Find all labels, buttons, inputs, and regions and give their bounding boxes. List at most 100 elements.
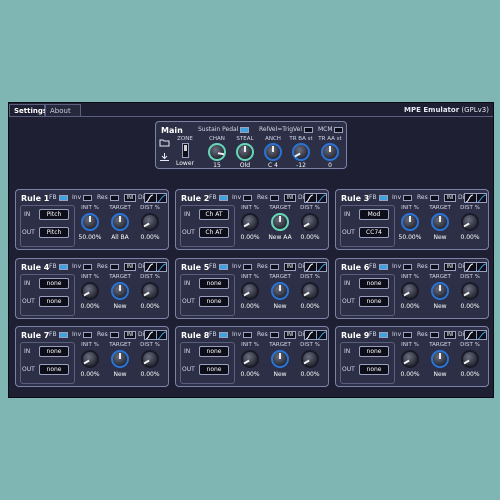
- in-source-field[interactable]: none: [199, 346, 229, 357]
- target-knob[interactable]: [111, 282, 129, 300]
- inv-checkbox[interactable]: [83, 194, 93, 201]
- inv-checkbox[interactable]: [243, 194, 253, 201]
- in-source-field[interactable]: none: [359, 278, 389, 289]
- init-knob[interactable]: [241, 282, 259, 300]
- inv-checkbox[interactable]: [243, 263, 253, 270]
- dist-knob[interactable]: [301, 350, 319, 368]
- ini-button[interactable]: INI: [284, 263, 296, 271]
- dist-knob[interactable]: [301, 213, 319, 231]
- out-dest-field[interactable]: Pitch: [39, 227, 69, 238]
- inv-toggle[interactable]: Inv: [392, 331, 413, 338]
- init-knob[interactable]: [401, 350, 419, 368]
- dist-knob[interactable]: [301, 282, 319, 300]
- in-source-field[interactable]: none: [39, 278, 69, 289]
- res-checkbox[interactable]: [109, 331, 119, 338]
- dist-curve-alt-icon[interactable]: [316, 330, 327, 340]
- inv-toggle[interactable]: Inv: [232, 194, 253, 201]
- download-icon[interactable]: [159, 152, 170, 162]
- target-knob[interactable]: [431, 350, 449, 368]
- relvel-toggle[interactable]: RelVel=TrigVel: [259, 126, 313, 133]
- res-checkbox[interactable]: [109, 263, 119, 270]
- out-dest-field[interactable]: Ch AT: [199, 227, 229, 238]
- dist-curve-alt-icon[interactable]: [316, 193, 327, 203]
- fb-checkbox[interactable]: [378, 194, 388, 201]
- chan-knob[interactable]: [208, 143, 226, 161]
- inv-checkbox[interactable]: [403, 263, 413, 270]
- dist-curve-alt-icon[interactable]: [156, 262, 167, 272]
- dist-curve-alt-icon[interactable]: [476, 262, 487, 272]
- ini-button[interactable]: INI: [444, 331, 456, 339]
- res-toggle[interactable]: Res: [257, 331, 279, 338]
- res-toggle[interactable]: Res: [97, 194, 119, 201]
- dist-curve-alt-icon[interactable]: [316, 262, 327, 272]
- ini-button[interactable]: INI: [124, 331, 136, 339]
- res-toggle[interactable]: Res: [97, 263, 119, 270]
- out-dest-field[interactable]: none: [199, 364, 229, 375]
- inv-toggle[interactable]: Inv: [72, 263, 93, 270]
- inv-checkbox[interactable]: [243, 331, 253, 338]
- inv-checkbox[interactable]: [83, 263, 93, 270]
- res-checkbox[interactable]: [269, 331, 279, 338]
- res-toggle[interactable]: Res: [417, 194, 439, 201]
- inv-toggle[interactable]: Inv: [232, 331, 253, 338]
- target-knob[interactable]: [111, 213, 129, 231]
- inv-toggle[interactable]: Inv: [232, 263, 253, 270]
- dist-knob[interactable]: [141, 213, 159, 231]
- inv-toggle[interactable]: Inv: [392, 194, 413, 201]
- relvel-checkbox[interactable]: [303, 126, 313, 133]
- inv-checkbox[interactable]: [403, 331, 413, 338]
- dist-curve-alt-icon[interactable]: [156, 330, 167, 340]
- fb-toggle[interactable]: FB: [209, 194, 228, 201]
- res-toggle[interactable]: Res: [417, 331, 439, 338]
- target-knob[interactable]: [431, 213, 449, 231]
- fb-toggle[interactable]: FB: [209, 263, 228, 270]
- fb-toggle[interactable]: FB: [49, 194, 68, 201]
- out-dest-field[interactable]: none: [39, 364, 69, 375]
- init-knob[interactable]: [241, 350, 259, 368]
- target-knob[interactable]: [271, 350, 289, 368]
- res-checkbox[interactable]: [429, 331, 439, 338]
- dist-curve-alt-icon[interactable]: [156, 193, 167, 203]
- fb-toggle[interactable]: FB: [369, 263, 388, 270]
- dist-curve-alt-icon[interactable]: [476, 330, 487, 340]
- res-toggle[interactable]: Res: [257, 263, 279, 270]
- tr-aa-knob[interactable]: [321, 143, 339, 161]
- fb-toggle[interactable]: FB: [209, 331, 228, 338]
- tab-about[interactable]: About: [45, 104, 81, 116]
- res-toggle[interactable]: Res: [257, 194, 279, 201]
- target-knob[interactable]: [271, 282, 289, 300]
- ini-button[interactable]: INI: [124, 263, 136, 271]
- ini-button[interactable]: INI: [444, 263, 456, 271]
- in-source-field[interactable]: none: [359, 346, 389, 357]
- out-dest-field[interactable]: none: [39, 296, 69, 307]
- inv-toggle[interactable]: Inv: [72, 194, 93, 201]
- fb-toggle[interactable]: FB: [369, 194, 388, 201]
- fb-checkbox[interactable]: [58, 331, 68, 338]
- inv-checkbox[interactable]: [403, 194, 413, 201]
- res-toggle[interactable]: Res: [417, 263, 439, 270]
- dist-knob[interactable]: [141, 282, 159, 300]
- res-checkbox[interactable]: [269, 194, 279, 201]
- fb-toggle[interactable]: FB: [49, 263, 68, 270]
- fb-checkbox[interactable]: [378, 263, 388, 270]
- sustain-pedal-checkbox[interactable]: [240, 126, 250, 133]
- res-checkbox[interactable]: [429, 194, 439, 201]
- res-toggle[interactable]: Res: [97, 331, 119, 338]
- fb-checkbox[interactable]: [218, 263, 228, 270]
- fb-checkbox[interactable]: [218, 194, 228, 201]
- init-knob[interactable]: [81, 282, 99, 300]
- init-knob[interactable]: [401, 213, 419, 231]
- fb-toggle[interactable]: FB: [49, 331, 68, 338]
- in-source-field[interactable]: Pitch: [39, 209, 69, 220]
- out-dest-field[interactable]: none: [199, 296, 229, 307]
- tab-settings[interactable]: Settings: [9, 104, 47, 116]
- target-knob[interactable]: [431, 282, 449, 300]
- res-checkbox[interactable]: [269, 263, 279, 270]
- res-checkbox[interactable]: [429, 263, 439, 270]
- fb-checkbox[interactable]: [58, 263, 68, 270]
- anch-knob[interactable]: [264, 143, 282, 161]
- dist-knob[interactable]: [461, 350, 479, 368]
- in-source-field[interactable]: Ch AT: [199, 209, 229, 220]
- ini-button[interactable]: INI: [444, 194, 456, 202]
- init-knob[interactable]: [81, 213, 99, 231]
